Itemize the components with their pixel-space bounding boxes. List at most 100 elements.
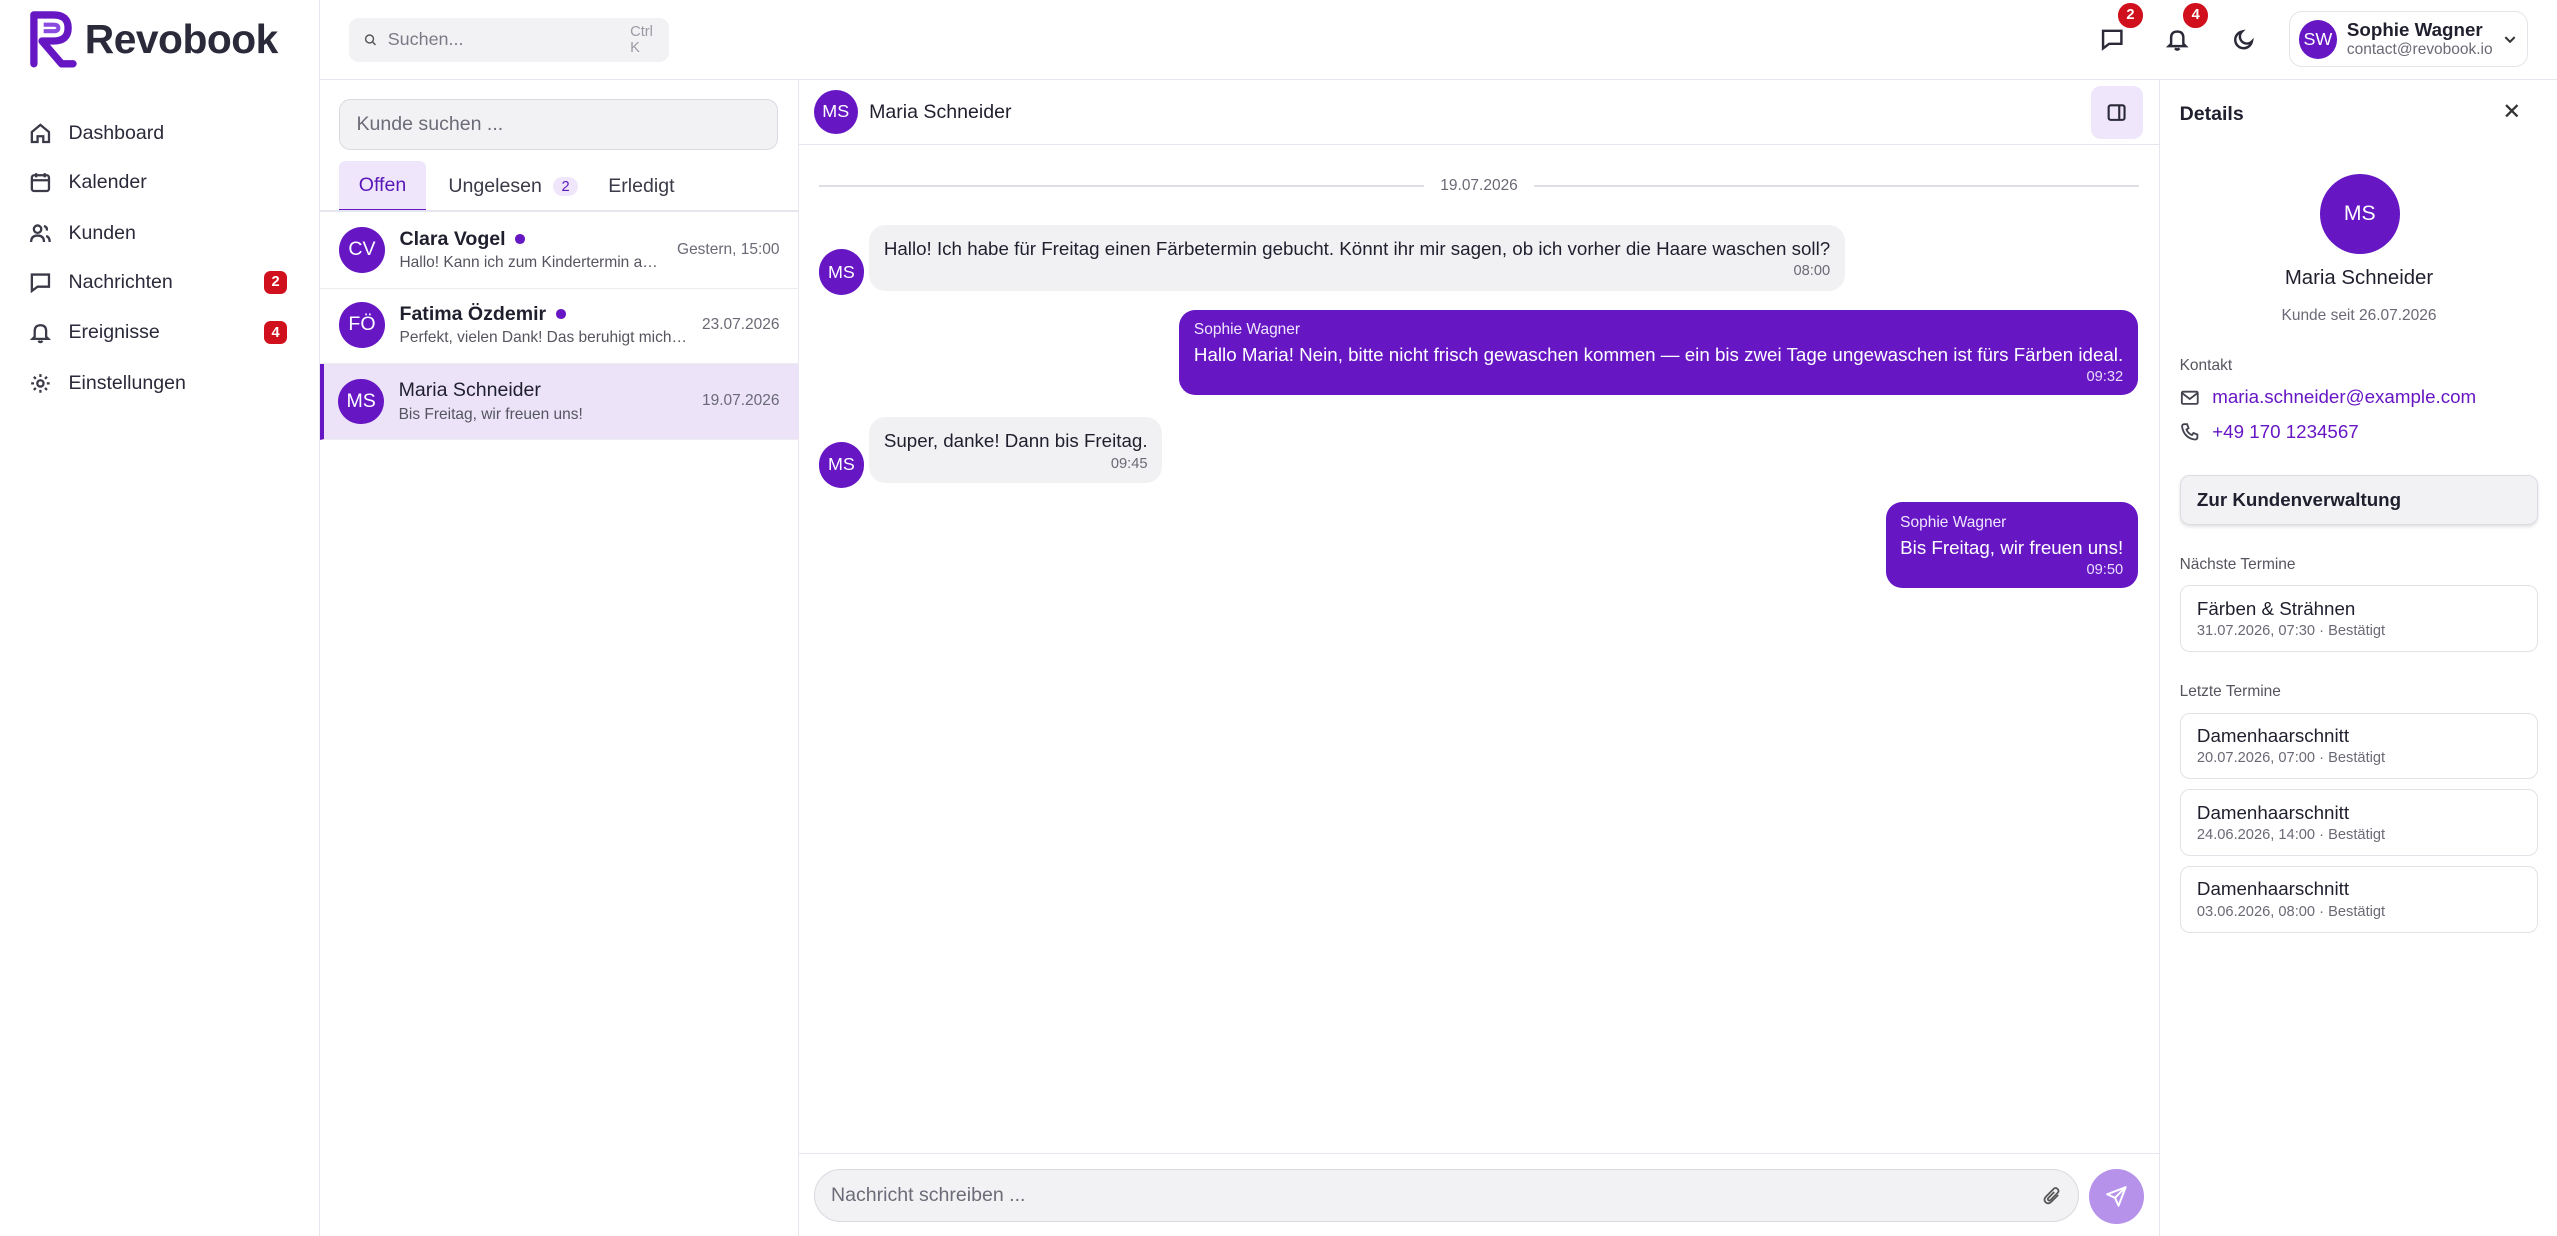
appointment-card[interactable]: Damenhaarschnitt 24.06.2026, 14:00 · Bes… <box>2179 789 2539 857</box>
calendar-icon <box>31 173 51 193</box>
sidebar-item-einstellungen[interactable]: Einstellungen <box>29 360 287 406</box>
mail-icon <box>2180 390 2199 405</box>
send-button[interactable] <box>2088 1168 2145 1224</box>
message-bubble-incoming: Super, danke! Dann bis Freitag. 09:45 <box>869 417 1163 484</box>
toggle-details-panel-button[interactable] <box>2090 86 2143 139</box>
brand-logo[interactable]: Revobook <box>29 10 278 69</box>
message-text: Super, danke! Dann bis Freitag. <box>883 430 1148 452</box>
users-icon <box>30 224 52 242</box>
theme-toggle-button[interactable] <box>2223 18 2265 60</box>
message-input-field[interactable] <box>813 1168 2080 1223</box>
chevron-down-icon <box>2505 36 2516 44</box>
details-avatar: MS <box>2319 174 2400 255</box>
avatar: MS <box>338 378 384 425</box>
sidebar-item-kalender[interactable]: Kalender <box>29 160 287 206</box>
search-icon <box>364 34 376 46</box>
sidebar-item-nachrichten[interactable]: Nachrichten 2 <box>29 259 287 305</box>
sidebar-item-label: Dashboard <box>68 122 165 145</box>
message-sender: Sophie Wagner <box>1900 513 2007 531</box>
tab-erledigt[interactable]: Erledigt <box>589 161 694 212</box>
message-time: 09:32 <box>2086 369 2124 386</box>
user-name: Sophie Wagner <box>2346 19 2483 41</box>
sidebar-item-kunden[interactable]: Kunden <box>29 210 287 256</box>
customer-management-button[interactable]: Zur Kundenverwaltung <box>2179 474 2539 526</box>
conversation-preview: Bis Freitag, wir freuen uns! <box>398 405 583 423</box>
conversation-preview: Hallo! Kann ich zum Kindertermin am Sams… <box>399 253 665 271</box>
message-bubble-incoming: Hallo! Ich habe für Freitag einen Färbet… <box>869 225 1845 291</box>
conversation-name: Fatima Özdemir <box>399 302 547 325</box>
phone-text[interactable]: +49 170 1234567 <box>2212 421 2359 443</box>
customer-search[interactable] <box>339 99 778 150</box>
phone-link[interactable]: +49 170 1234567 <box>2180 421 2359 443</box>
bell-icon <box>30 324 52 344</box>
conversation-date: Gestern, 15:00 <box>677 240 780 258</box>
chat-header: MS Maria Schneider <box>799 80 2160 146</box>
conversation-name: Maria Schneider <box>398 379 541 402</box>
paperclip-icon[interactable] <box>2041 1185 2062 1206</box>
contact-section-label: Kontakt <box>2179 357 2233 375</box>
sidebar-item-label: Kunden <box>68 221 136 244</box>
conversation-item[interactable]: FÖ Fatima Özdemir Perfekt, vielen Dank! … <box>319 287 800 364</box>
sidebar: Revobook Dashboard Kalender Kunden Nachr… <box>0 0 320 1236</box>
customer-search-input[interactable] <box>356 100 761 149</box>
customer-since: Kunde seit 26.07.2026 <box>2281 306 2437 324</box>
bell-icon <box>2165 30 2189 51</box>
appointment-card[interactable]: Damenhaarschnitt 03.06.2026, 08:00 · Bes… <box>2179 865 2539 933</box>
sidebar-item-label: Kalender <box>68 171 147 194</box>
conversation-item[interactable]: CV Clara Vogel Hallo! Kann ich zum Kinde… <box>319 212 800 289</box>
appointment-subtitle: 03.06.2026, 08:00 · Bestätigt <box>2196 903 2386 920</box>
search-shortcut-hint: Ctrl K <box>630 23 653 56</box>
appointment-card[interactable]: Färben & Strähnen 31.07.2026, 07:30 · Be… <box>2179 585 2539 653</box>
moon-icon <box>2233 29 2254 50</box>
tab-label: Offen <box>358 173 407 196</box>
conversation-name: Clara Vogel <box>399 227 506 250</box>
tab-label: Ungelesen <box>448 175 542 198</box>
global-search-input[interactable] <box>387 29 619 51</box>
message-avatar: MS <box>818 249 865 296</box>
unread-dot <box>555 309 566 320</box>
tab-count-badge: 2 <box>553 177 578 197</box>
sidebar-item-label: Nachrichten <box>68 270 173 293</box>
message-avatar: MS <box>818 441 865 488</box>
sidebar-item-dashboard[interactable]: Dashboard <box>29 111 287 157</box>
tab-label: Erledigt <box>608 175 675 198</box>
tab-ungelesen[interactable]: Ungelesen 2 <box>429 161 597 212</box>
top-bar: Ctrl K 2 4 SW Sophie Wagner contact@revo… <box>319 0 2557 80</box>
sidebar-item-ereignisse[interactable]: Ereignisse 4 <box>29 310 287 356</box>
appointment-card[interactable]: Damenhaarschnitt 20.07.2026, 07:00 · Bes… <box>2179 712 2539 780</box>
global-search[interactable]: Ctrl K <box>348 17 669 62</box>
conversation-date: 23.07.2026 <box>701 315 780 333</box>
user-menu[interactable]: SW Sophie Wagner contact@revobook.io <box>2289 11 2528 67</box>
appointment-title: Färben & Strähnen <box>2196 597 2356 619</box>
sidebar-item-label: Ereignisse <box>68 321 160 344</box>
message-icon <box>31 273 51 293</box>
details-panel: Details MS Maria Schneider Kunde seit 26… <box>2159 79 2557 1236</box>
sidebar-badge: 4 <box>264 321 287 345</box>
email-text[interactable]: maria.schneider@example.com <box>2212 386 2476 408</box>
message-text: Bis Freitag, wir freuen uns! <box>1900 536 2124 558</box>
message-time: 08:00 <box>1793 263 1831 280</box>
appointment-title: Damenhaarschnitt <box>2196 801 2350 823</box>
tab-offen[interactable]: Offen <box>339 161 426 212</box>
gear-icon <box>31 373 51 393</box>
next-appointments-label: Nächste Termine <box>2179 556 2296 574</box>
sidebar-badge: 2 <box>264 270 287 294</box>
sidebar-panel-icon <box>2107 104 2126 121</box>
notifications-badge: 4 <box>2183 3 2208 28</box>
message-sender: Sophie Wagner <box>1193 321 1301 339</box>
conversation-list-pane: Offen Ungelesen 2 Erledigt CV Clara Voge… <box>319 79 800 1236</box>
avatar: FÖ <box>339 301 385 348</box>
conversation-item-selected[interactable]: MS Maria Schneider Bis Freitag, wir freu… <box>319 363 800 441</box>
appointment-subtitle: 24.06.2026, 14:00 · Bestätigt <box>2196 826 2386 843</box>
app-window: Revobook Dashboard Kalender Kunden Nachr… <box>0 0 2557 1236</box>
message-bubble-outgoing: Sophie Wagner Bis Freitag, wir freuen un… <box>1885 502 2138 588</box>
brand-name: Revobook <box>84 15 279 62</box>
message-input[interactable] <box>831 1183 2041 1207</box>
email-link[interactable]: maria.schneider@example.com <box>2180 386 2476 408</box>
appointment-subtitle: 31.07.2026, 07:30 · Bestätigt <box>2196 623 2386 640</box>
user-email: contact@revobook.io <box>2346 41 2493 58</box>
close-icon[interactable] <box>2502 101 2522 121</box>
sidebar-item-label: Einstellungen <box>68 371 186 394</box>
conversation-preview: Perfekt, vielen Dank! Das beruhigt mich … <box>399 328 689 346</box>
phone-icon <box>2180 423 2198 441</box>
